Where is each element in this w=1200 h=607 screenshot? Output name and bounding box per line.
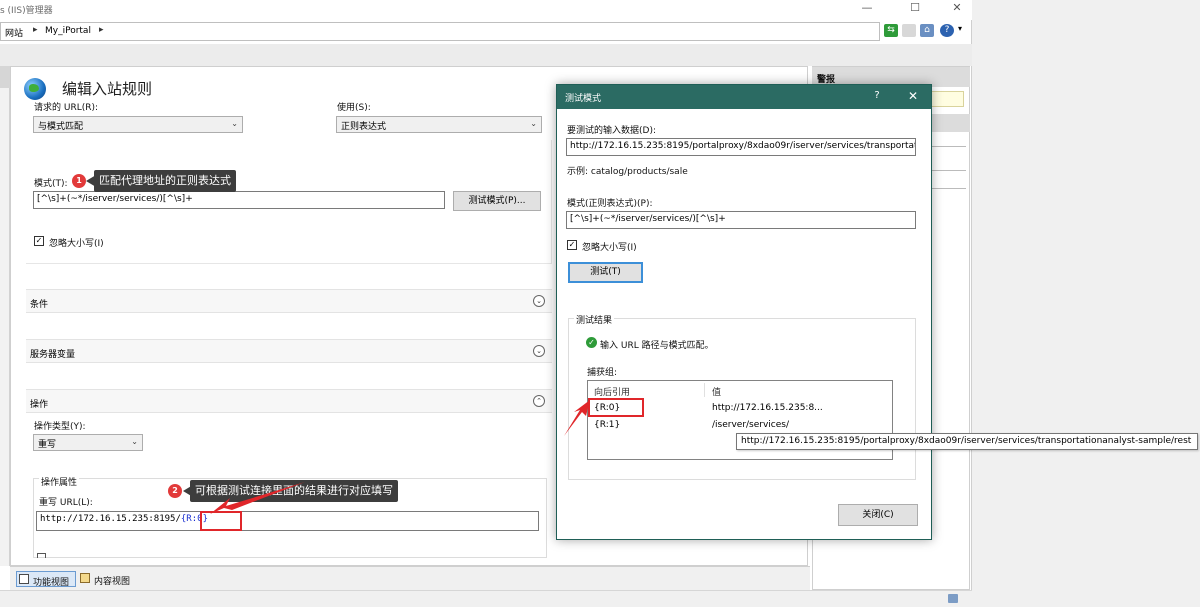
capture-row-value[interactable]: http://172.16.15.235:8... <box>712 403 823 413</box>
action-section-header[interactable]: 操作 ⌃ <box>26 389 552 413</box>
rewrite-url-label: 重写 URL(L): <box>39 498 93 508</box>
test-button[interactable]: 测试(T) <box>568 262 643 283</box>
action-type-value: 重写 <box>38 440 57 450</box>
chevron-down-icon: ⌄ <box>530 119 537 128</box>
backref-highlight <box>588 398 644 417</box>
connections-pane-header <box>0 66 10 88</box>
dialog-close-action-button[interactable]: 关闭(C) <box>838 504 918 526</box>
column-divider <box>704 383 705 397</box>
capture-row-ref[interactable]: {R:1} <box>594 420 620 430</box>
dialog-title: 测试模式 <box>565 94 602 104</box>
value-column-header[interactable]: 值 <box>712 385 721 398</box>
network-status-icon <box>948 594 958 603</box>
match-success-message: 输入 URL 路径与模式匹配。 <box>600 341 714 351</box>
chevron-down-icon[interactable]: ⌄ <box>533 345 545 357</box>
address-bar[interactable]: 网站 ▸ My_iPortal ▸ <box>0 22 880 41</box>
content-view-tab[interactable]: 内容视图 <box>78 571 140 587</box>
toolbar-icons: ⇆ ⌂ ? ▾ <box>882 22 970 41</box>
requested-url-select[interactable]: 与模式匹配 ⌄ <box>33 116 243 133</box>
breadcrumb-separator[interactable]: ▸ <box>99 25 104 35</box>
features-view-label: 功能视图 <box>33 578 70 588</box>
dialog-help-button[interactable]: ? <box>862 85 892 109</box>
using-value: 正则表达式 <box>341 122 387 132</box>
status-bar <box>0 590 972 607</box>
regex-pattern-label: 模式(正则表达式)(P): <box>567 199 653 209</box>
connections-pane <box>0 66 10 566</box>
stop-icon[interactable] <box>902 24 916 37</box>
minimize-button[interactable]: — <box>852 0 882 18</box>
annotation-callout-1: 匹配代理地址的正则表达式 <box>94 170 236 192</box>
action-properties-label: 操作属性 <box>39 475 80 488</box>
content-view-label: 内容视图 <box>94 577 131 587</box>
features-view-icon <box>19 574 29 584</box>
breadcrumb-sites[interactable]: 网站 <box>5 26 23 39</box>
dialog-close-button[interactable]: ✕ <box>898 85 928 109</box>
breadcrumb-my-iportal[interactable]: My_iPortal <box>45 26 91 36</box>
action-title: 操作 <box>30 400 49 410</box>
annotation-badge-2: 2 <box>168 484 182 498</box>
annotation-arrow-1 <box>564 400 590 436</box>
content-view-icon <box>80 573 90 583</box>
capture-row-value[interactable]: /iserver/services/ <box>712 420 789 430</box>
help-dropdown-chevron-icon[interactable]: ▾ <box>958 24 962 33</box>
actions-divider <box>930 146 966 147</box>
dialog-ignore-case-label: 忽略大小写(I) <box>582 243 637 253</box>
alert-box <box>930 91 964 107</box>
chevron-up-icon[interactable]: ⌃ <box>533 395 545 407</box>
test-results-label: 测试结果 <box>574 313 615 326</box>
rewrite-url-prefix: http://172.16.15.235:8195/ <box>40 514 181 524</box>
actions-divider <box>930 170 966 171</box>
match-url-group <box>26 140 552 264</box>
using-label: 使用(S): <box>337 103 371 113</box>
actions-divider <box>930 188 966 189</box>
home-icon[interactable]: ⌂ <box>920 24 934 37</box>
append-query-checkbox[interactable] <box>37 553 46 558</box>
input-data-value: http://172.16.15.235:8195/portalproxy/8x… <box>570 141 915 151</box>
close-window-button[interactable]: ✕ <box>942 0 972 18</box>
regex-pattern-value: [^\s]+(~*/iserver/services/)[^\s]+ <box>570 214 726 224</box>
success-icon: ✓ <box>586 337 597 348</box>
window-title: s (IIS)管理器 <box>0 6 53 16</box>
requested-url-value: 与模式匹配 <box>38 122 84 132</box>
features-view-tab[interactable]: 功能视图 <box>16 571 76 588</box>
go-icon[interactable]: ⇆ <box>884 24 898 37</box>
globe-land-shape <box>29 84 39 92</box>
chevron-down-icon: ⌄ <box>131 437 138 446</box>
server-variables-section-header[interactable]: 服务器变量 ⌄ <box>26 339 552 363</box>
example-text: 示例: catalog/products/sale <box>567 167 688 177</box>
annotation-arrow-2 <box>210 482 305 514</box>
action-type-label: 操作类型(Y): <box>34 422 86 432</box>
capture-groups-label: 捕获组: <box>587 368 618 378</box>
server-variables-title: 服务器变量 <box>30 350 76 360</box>
conditions-section-header[interactable]: 条件 ⌄ <box>26 289 552 313</box>
input-data-label: 要测试的输入数据(D): <box>567 126 656 136</box>
toolbar-separator <box>0 44 972 66</box>
chevron-down-icon[interactable]: ⌄ <box>533 295 545 307</box>
maximize-button[interactable]: ☐ <box>900 0 930 18</box>
desktop-background <box>972 0 1200 607</box>
conditions-title: 条件 <box>30 300 49 310</box>
using-select[interactable]: 正则表达式 ⌄ <box>336 116 542 133</box>
help-icon[interactable]: ? <box>940 24 954 37</box>
requested-url-label: 请求的 URL(R): <box>34 103 99 113</box>
page-title: 编辑入站规则 <box>62 80 153 98</box>
regex-pattern-field[interactable]: [^\s]+(~*/iserver/services/)[^\s]+ <box>566 211 916 229</box>
input-data-field[interactable]: http://172.16.15.235:8195/portalproxy/8x… <box>566 138 916 156</box>
breadcrumb-separator[interactable]: ▸ <box>33 25 38 35</box>
title-bar: s (IIS)管理器 — ☐ ✕ <box>0 0 972 20</box>
dialog-ignore-case-checkbox[interactable]: ✓ <box>567 240 577 250</box>
chevron-down-icon: ⌄ <box>231 119 238 128</box>
value-tooltip: http://172.16.15.235:8195/portalproxy/8x… <box>736 433 1198 450</box>
action-type-select[interactable]: 重写 ⌄ <box>33 434 143 451</box>
backref-column-header[interactable]: 向后引用 <box>594 385 630 398</box>
view-switcher: 功能视图 内容视图 <box>10 566 810 590</box>
